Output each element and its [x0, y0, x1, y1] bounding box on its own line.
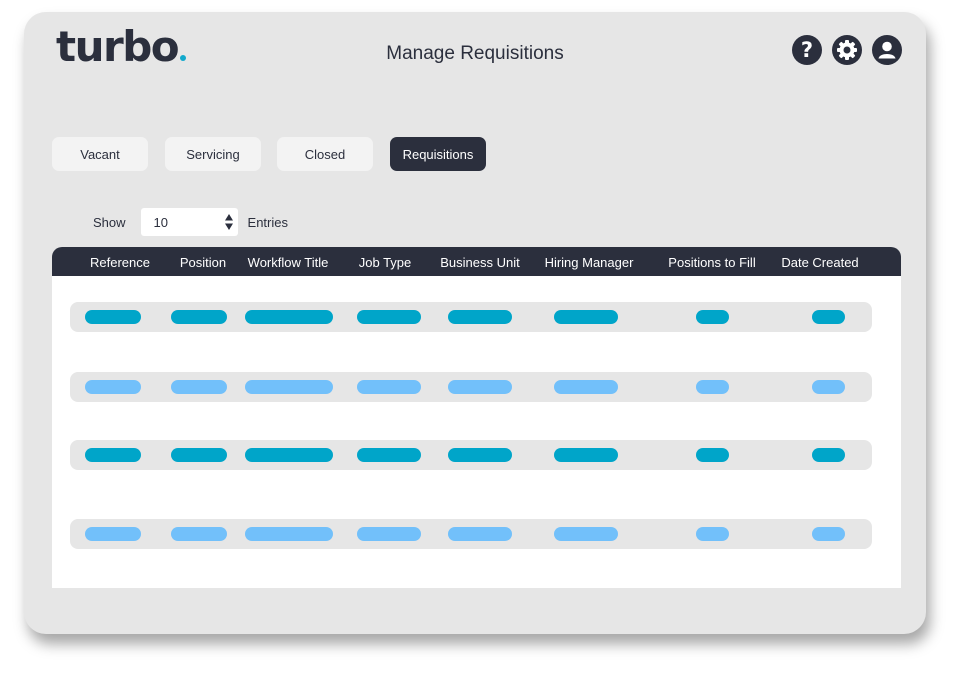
cell-placeholder	[357, 448, 421, 462]
tab-label: Vacant	[80, 146, 120, 162]
table-row[interactable]	[70, 519, 872, 549]
column-header-hiring-manager[interactable]: Hiring Manager	[545, 247, 634, 276]
cell-placeholder	[554, 380, 618, 394]
settings-gear-icon[interactable]	[832, 35, 862, 65]
requisitions-table: Reference Position Workflow Title Job Ty…	[52, 247, 901, 588]
cell-placeholder	[85, 527, 141, 541]
column-header-job-type[interactable]: Job Type	[359, 247, 412, 276]
column-header-workflow-title[interactable]: Workflow Title	[248, 247, 329, 276]
cell-placeholder	[696, 448, 729, 462]
entries-value: 10	[153, 214, 168, 230]
cell-placeholder	[448, 527, 512, 541]
tab-label: Servicing	[186, 146, 240, 162]
svg-text:?: ?	[801, 38, 813, 62]
cell-placeholder	[696, 380, 729, 394]
table-row[interactable]	[70, 302, 872, 332]
select-arrows-icon	[224, 214, 233, 230]
help-icon[interactable]: ?	[792, 35, 822, 65]
cell-placeholder	[357, 527, 421, 541]
table-row[interactable]	[70, 372, 872, 402]
cell-placeholder	[245, 380, 333, 394]
cell-placeholder	[357, 380, 421, 394]
cell-placeholder	[171, 448, 227, 462]
cell-placeholder	[85, 380, 141, 394]
cell-placeholder	[448, 380, 512, 394]
cell-placeholder	[812, 448, 845, 462]
cell-placeholder	[171, 380, 227, 394]
table-row[interactable]	[70, 440, 872, 470]
cell-placeholder	[696, 527, 729, 541]
cell-placeholder	[85, 448, 141, 462]
cell-placeholder	[448, 448, 512, 462]
cell-placeholder	[696, 310, 729, 324]
app-window: turbo Manage Requisitions ? Vacant Servi…	[24, 12, 926, 634]
column-header-positions-to-fill[interactable]: Positions to Fill	[668, 247, 755, 276]
column-header-business-unit[interactable]: Business Unit	[440, 247, 519, 276]
entries-label: Entries	[247, 214, 288, 230]
cell-placeholder	[554, 527, 618, 541]
column-header-date-created[interactable]: Date Created	[781, 247, 858, 276]
tab-closed[interactable]: Closed	[277, 137, 373, 171]
cell-placeholder	[245, 527, 333, 541]
show-label: Show	[93, 214, 126, 230]
cell-placeholder	[554, 448, 618, 462]
cell-placeholder	[812, 310, 845, 324]
column-header-reference[interactable]: Reference	[90, 247, 150, 276]
header-actions: ?	[792, 35, 902, 65]
tab-label: Closed	[304, 146, 346, 162]
cell-placeholder	[448, 310, 512, 324]
entries-select[interactable]: 10	[140, 208, 238, 236]
user-profile-icon[interactable]	[872, 35, 902, 65]
column-header-position[interactable]: Position	[180, 247, 226, 276]
tab-requisitions[interactable]: Requisitions	[390, 137, 486, 171]
table-header: Reference Position Workflow Title Job Ty…	[52, 247, 901, 276]
cell-placeholder	[812, 380, 845, 394]
entries-control: Show 10 Entries	[93, 208, 288, 236]
cell-placeholder	[171, 310, 227, 324]
page-title: Manage Requisitions	[386, 43, 564, 64]
cell-placeholder	[357, 310, 421, 324]
tab-label: Requisitions	[402, 146, 474, 162]
cell-placeholder	[554, 310, 618, 324]
cell-placeholder	[171, 527, 227, 541]
tab-vacant[interactable]: Vacant	[52, 137, 148, 171]
cell-placeholder	[812, 527, 845, 541]
cell-placeholder	[245, 310, 333, 324]
cell-placeholder	[85, 310, 141, 324]
tab-servicing[interactable]: Servicing	[165, 137, 261, 171]
cell-placeholder	[245, 448, 333, 462]
